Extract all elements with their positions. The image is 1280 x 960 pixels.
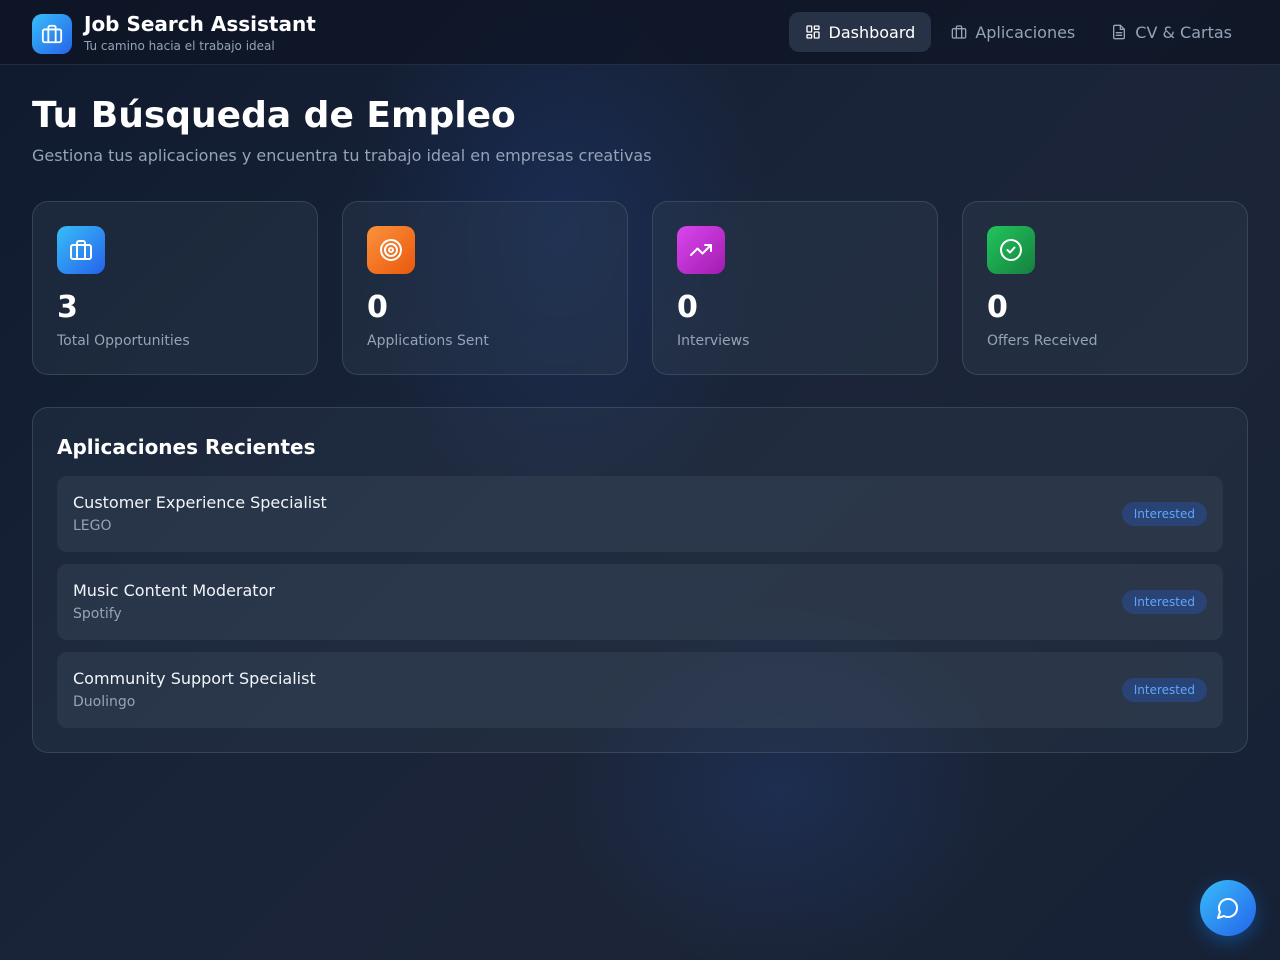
stat-value: 0 xyxy=(677,290,698,325)
page-title: Tu Búsqueda de Empleo xyxy=(32,95,516,136)
briefcase-icon xyxy=(951,25,967,39)
stat-label: Total Opportunities xyxy=(57,333,190,349)
application-role: Music Content Moderator xyxy=(73,581,275,600)
application-role: Customer Experience Specialist xyxy=(73,493,327,512)
stat-label: Interviews xyxy=(677,333,750,349)
panel-title: Aplicaciones Recientes xyxy=(57,435,316,459)
stat-value: 3 xyxy=(57,290,78,325)
nav-item-cv-cartas[interactable]: CV & Cartas xyxy=(1095,12,1248,52)
status-badge: Interested xyxy=(1121,678,1207,702)
application-company: Duolingo xyxy=(73,694,136,710)
stat-card-applications-sent: 0 Applications Sent xyxy=(342,201,628,375)
list-item[interactable]: Music Content Moderator Spotify Interest… xyxy=(57,564,1223,640)
chat-bubble-icon xyxy=(1217,898,1238,919)
application-company: Spotify xyxy=(73,606,122,622)
stat-card-interviews: 0 Interviews xyxy=(652,201,938,375)
chat-button[interactable] xyxy=(1200,880,1256,936)
nav-item-label: Dashboard xyxy=(828,22,916,42)
list-item[interactable]: Customer Experience Specialist LEGO Inte… xyxy=(57,476,1223,552)
briefcase-icon xyxy=(57,226,105,274)
page-subtitle: Gestiona tus aplicaciones y encuentra tu… xyxy=(32,146,652,165)
app-subtitle: Tu camino hacia el trabajo ideal xyxy=(84,39,275,53)
main-nav: Dashboard Aplicaciones CV & Cartas xyxy=(785,12,1249,52)
check-circle-icon xyxy=(987,226,1035,274)
nav-item-aplicaciones[interactable]: Aplicaciones xyxy=(935,12,1091,52)
top-bar: Job Search Assistant Tu camino hacia el … xyxy=(0,0,1280,65)
stat-value: 0 xyxy=(987,290,1008,325)
briefcase-icon xyxy=(32,13,72,54)
status-badge: Interested xyxy=(1121,502,1207,526)
nav-item-dashboard[interactable]: Dashboard xyxy=(788,12,932,52)
stat-label: Applications Sent xyxy=(367,333,489,349)
document-icon xyxy=(1113,24,1126,40)
trending-up-icon xyxy=(677,226,725,274)
brand[interactable]: Job Search Assistant Tu camino hacia el … xyxy=(32,12,316,55)
application-role: Community Support Specialist xyxy=(73,669,316,688)
target-icon xyxy=(367,226,415,274)
status-badge: Interested xyxy=(1121,590,1207,614)
list-item[interactable]: Community Support Specialist Duolingo In… xyxy=(57,652,1223,728)
nav-item-label: CV & Cartas xyxy=(1135,22,1232,42)
application-company: LEGO xyxy=(73,518,112,534)
dashboard-grid-icon xyxy=(805,25,820,39)
stat-value: 0 xyxy=(367,290,388,325)
stats-row: 3 Total Opportunities 0 Applications Sen… xyxy=(32,201,1248,375)
stat-card-total-opportunities: 3 Total Opportunities xyxy=(32,201,318,375)
app-title: Job Search Assistant xyxy=(84,12,316,36)
stat-label: Offers Received xyxy=(987,333,1098,349)
stat-card-offers-received: 0 Offers Received xyxy=(962,201,1248,375)
nav-item-label: Aplicaciones xyxy=(975,22,1076,42)
recent-applications-panel: Aplicaciones Recientes Customer Experien… xyxy=(32,407,1248,753)
